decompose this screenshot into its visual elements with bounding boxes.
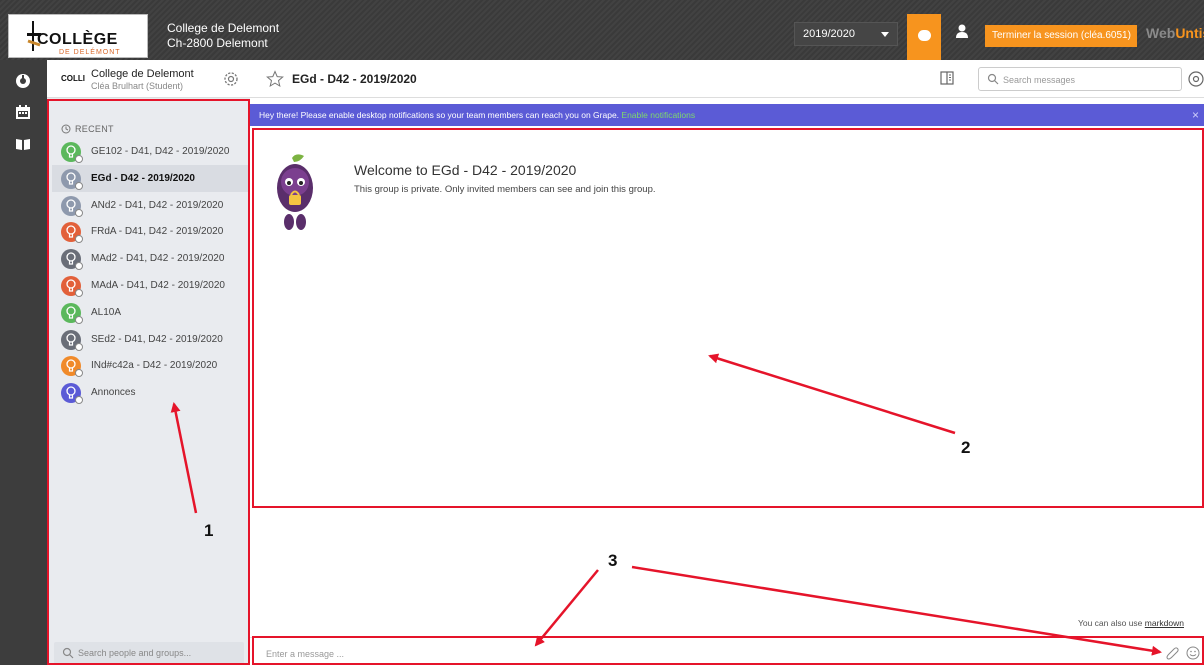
left-nav-rail [0, 60, 47, 665]
chevron-down-icon [881, 32, 889, 37]
annotation-label-2: 2 [961, 438, 971, 457]
gear-icon[interactable] [222, 70, 240, 88]
annotation-label-3: 3 [608, 551, 618, 570]
channel-title: EGd - D42 - 2019/2020 [292, 72, 417, 86]
book-icon[interactable] [15, 136, 31, 152]
annotation-box-3 [252, 636, 1204, 665]
search-icon [987, 73, 999, 85]
annotation-label-1: 1 [204, 521, 214, 540]
logo-text: COLLÈGE [37, 31, 118, 48]
dashboard-icon[interactable] [15, 72, 31, 88]
org-name: College de Delemont [91, 68, 194, 80]
mentions-icon[interactable] [1188, 71, 1204, 87]
logo-subtext: DE DELÉMONT [59, 49, 121, 56]
notification-text: Hey there! Please enable desktop notific… [259, 110, 696, 120]
messenger-tab[interactable] [907, 14, 941, 60]
org-logo: COLLI [61, 74, 85, 83]
school-logo[interactable]: COLLÈGE DE DELÉMONT [8, 14, 148, 58]
sidebar-toggle-icon[interactable] [940, 71, 954, 85]
enable-notifications-link[interactable]: Enable notifications [621, 110, 695, 120]
markdown-hint: You can also use markdown [1077, 618, 1184, 628]
school-name: College de Delemont [167, 21, 280, 35]
annotation-box-2 [252, 128, 1204, 508]
star-icon[interactable] [266, 70, 284, 88]
school-year-value: 2019/2020 [803, 28, 855, 40]
logout-button[interactable]: Terminer la session (cléa.6051) [985, 25, 1137, 47]
markdown-link[interactable]: markdown [1145, 618, 1184, 628]
webuntis-messenger-screen: COLLÈGE DE DELÉMONT College de Delemont … [0, 0, 1204, 665]
channel-header: EGd - D42 - 2019/2020 Search messages [250, 60, 1204, 98]
message-search-placeholder: Search messages [1003, 75, 1076, 85]
annotation-box-1 [47, 99, 250, 665]
top-bar: COLLÈGE DE DELÉMONT College de Delemont … [0, 0, 1204, 60]
chat-bubble-icon [918, 30, 931, 41]
webuntis-brand: WebUntis [1146, 25, 1204, 41]
notification-banner: Hey there! Please enable desktop notific… [250, 104, 1204, 126]
school-city: Ch-2800 Delemont [167, 36, 268, 50]
calendar-icon[interactable] [15, 104, 31, 120]
user-profile-icon[interactable] [955, 24, 969, 38]
sidebar-header: COLLI College de Delemont Cléa Brulhart … [47, 60, 250, 98]
school-year-select[interactable]: 2019/2020 [794, 22, 898, 46]
message-search-input[interactable]: Search messages [978, 67, 1182, 91]
close-icon[interactable]: × [1192, 108, 1199, 122]
current-user: Cléa Brulhart (Student) [91, 81, 184, 91]
